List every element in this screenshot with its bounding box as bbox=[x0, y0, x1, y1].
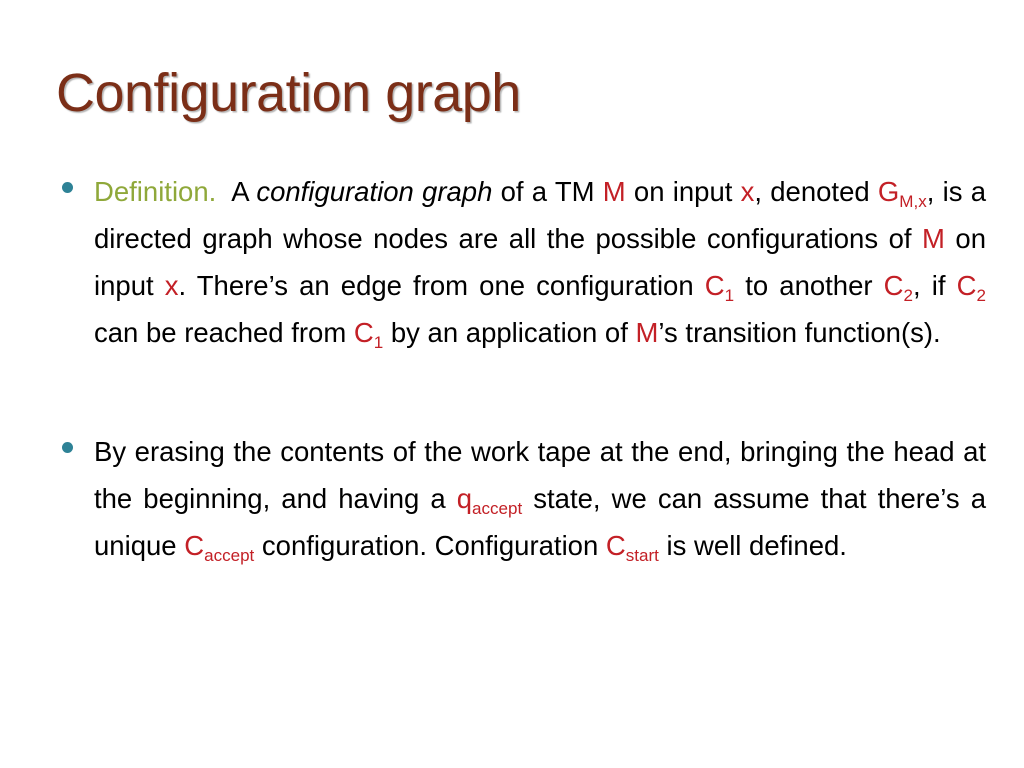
def-term-italic: configuration graph bbox=[256, 176, 493, 207]
bullet-item-definition: Definition. A configuration graph of a T… bbox=[56, 168, 986, 356]
era-seg-7: is well defined. bbox=[658, 530, 847, 561]
symbol-q-accept: qaccept bbox=[456, 483, 522, 517]
symbol-C2-b: C2 bbox=[956, 270, 986, 304]
symbol-C2-a: C2 bbox=[883, 270, 913, 304]
def-seg-15: to another bbox=[734, 270, 884, 301]
erasing-paragraph: By erasing the contents of the work tape… bbox=[94, 428, 986, 569]
def-seg-19: can be reached from bbox=[94, 317, 354, 348]
symbol-C-accept: Caccept bbox=[184, 530, 254, 564]
symbol-C1-b: C1 bbox=[353, 317, 383, 351]
symbol-C-start-subscript: start bbox=[625, 545, 659, 565]
symbol-C1-b-subscript: 1 bbox=[373, 332, 384, 352]
def-seg-3: of a TM bbox=[492, 176, 603, 207]
def-seg-13: . There’s an edge from one configuration bbox=[178, 270, 705, 301]
symbol-M-3: M bbox=[635, 317, 659, 348]
def-seg-17: , if bbox=[913, 270, 957, 301]
symbol-G-base: G bbox=[877, 176, 900, 207]
symbol-C1-a: C1 bbox=[704, 270, 734, 304]
symbol-C-accept-subscript: accept bbox=[204, 545, 255, 565]
bullet-item-erasing: By erasing the contents of the work tape… bbox=[56, 428, 986, 569]
symbol-x-2: x bbox=[164, 270, 179, 301]
symbol-C-accept-base: C bbox=[184, 530, 205, 561]
era-seg-5: configuration. Configuration bbox=[254, 530, 606, 561]
symbol-C2-a-base: C bbox=[883, 270, 904, 301]
symbol-C-start: Cstart bbox=[605, 530, 659, 564]
def-seg-21: by an application of bbox=[383, 317, 636, 348]
symbol-C2-b-base: C bbox=[956, 270, 977, 301]
symbol-C1-b-base: C bbox=[353, 317, 374, 348]
definition-paragraph: Definition. A configuration graph of a T… bbox=[94, 168, 986, 356]
symbol-M-2: M bbox=[922, 223, 945, 254]
symbol-M-1: M bbox=[602, 176, 626, 207]
symbol-G-subscript: M,x bbox=[899, 191, 927, 211]
symbol-C-start-base: C bbox=[605, 530, 626, 561]
def-seg-1: A bbox=[231, 176, 257, 207]
def-seg-7: , denoted bbox=[754, 176, 878, 207]
symbol-C1-a-base: C bbox=[704, 270, 725, 301]
definition-label: Definition. bbox=[94, 176, 217, 207]
slide: Configuration graph Definition. A config… bbox=[0, 0, 1024, 768]
page-title: Configuration graph bbox=[56, 63, 521, 123]
symbol-C2-b-subscript: 2 bbox=[976, 285, 986, 305]
symbol-C2-a-subscript: 2 bbox=[903, 285, 914, 305]
symbol-q-accept-subscript: accept bbox=[472, 498, 523, 518]
symbol-G-Mx: GM,x bbox=[877, 176, 927, 210]
def-seg-5: on input bbox=[625, 176, 741, 207]
bullet-dot-icon bbox=[62, 182, 73, 193]
def-seg-23: ’s transition function(s). bbox=[658, 317, 941, 348]
bullet-dot-icon bbox=[62, 442, 73, 453]
symbol-q-accept-base: q bbox=[456, 483, 473, 514]
symbol-C1-a-subscript: 1 bbox=[724, 285, 735, 305]
symbol-x-1: x bbox=[740, 176, 755, 207]
slide-body: Definition. A configuration graph of a T… bbox=[56, 168, 986, 569]
